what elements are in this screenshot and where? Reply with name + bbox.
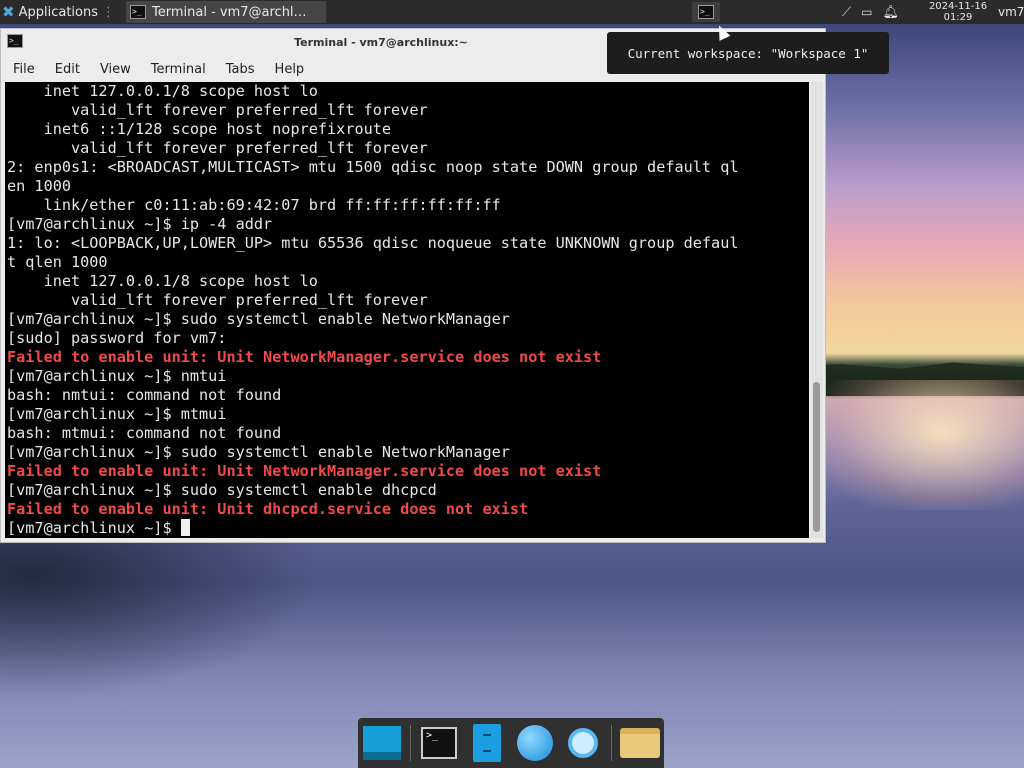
clock-time: 01:29 [943,12,973,23]
terminal-line: Failed to enable unit: Unit NetworkManag… [7,348,602,366]
terminal-output[interactable]: inet 127.0.0.1/8 scope host lo valid_lft… [5,82,809,538]
terminal-line: 1: lo: <LOOPBACK,UP,LOWER_UP> mtu 65536 … [7,234,739,252]
terminal-icon: >_ [130,5,146,19]
dock-separator [410,725,411,761]
app-finder-search-icon [568,728,598,758]
terminal-line: t qlen 1000 [7,253,108,271]
show-desktop-icon [363,726,401,760]
notification-bell-icon[interactable]: 🔔︎ [882,5,899,20]
dock-separator [611,725,612,761]
workspace-switcher-button[interactable]: >_ [692,2,720,22]
terminal-line: [vm7@archlinux ~]$ nmtui [7,367,227,385]
web-browser-globe-icon [517,725,553,761]
menu-view[interactable]: View [88,62,139,77]
taskbar-terminal-label: Terminal - vm7@archl… [152,4,307,20]
separator-icon: ⋮ [102,4,115,20]
show-desktop-button[interactable] [362,723,402,763]
terminal-icon: >_ [421,727,457,759]
system-tray: ⟋ ▭ 🔔︎ [842,0,899,24]
file-cabinet-icon [473,724,501,762]
web-browser-launcher[interactable] [515,723,555,763]
menu-help[interactable]: Help [263,62,313,77]
text-cursor [180,519,190,536]
terminal-prompt: [vm7@archlinux ~]$ [7,519,181,537]
terminal-line: [vm7@archlinux ~]$ mtmui [7,405,227,423]
terminal-line: [vm7@archlinux ~]$ sudo systemctl enable… [7,310,510,328]
battery-icon[interactable]: ▭ [861,5,872,19]
workspace-tooltip: Current workspace: "Workspace 1" [607,32,889,74]
terminal-line: 2: enp0s1: <BROADCAST,MULTICAST> mtu 150… [7,158,739,176]
clock-date: 2024-11-16 [928,1,988,12]
terminal-line: [vm7@archlinux ~]$ sudo systemctl enable… [7,481,437,499]
menu-terminal[interactable]: Terminal [139,62,214,77]
terminal-line: bash: mtmui: command not found [7,424,282,442]
workspace-terminal-icon: >_ [698,5,714,19]
user-menu[interactable]: vm7 [998,5,1024,19]
terminal-line: valid_lft forever preferred_lft forever [7,291,428,309]
terminal-line: [vm7@archlinux ~]$ sudo systemctl enable… [7,443,510,461]
menu-tabs[interactable]: Tabs [214,62,263,77]
terminal-line: inet 127.0.0.1/8 scope host lo [7,82,318,100]
terminal-line: [vm7@archlinux ~]$ ip -4 addr [7,215,273,233]
terminal-prompt-line[interactable]: [vm7@archlinux ~]$ [7,519,809,538]
terminal-line: valid_lft forever preferred_lft forever [7,101,428,119]
app-finder-launcher[interactable] [563,723,603,763]
home-folder-icon [620,728,660,758]
terminal-launcher[interactable]: >_ [419,723,459,763]
scrollbar-thumb[interactable] [813,382,820,532]
menu-file[interactable]: File [1,62,43,77]
applications-menu-button[interactable]: ✖ Applications ⋮ [2,0,115,24]
taskbar-terminal-button[interactable]: >_ Terminal - vm7@archl… [126,1,326,23]
wallpaper-sunset-glow [820,380,1024,510]
terminal-line: bash: nmtui: command not found [7,386,282,404]
xfce-logo-icon: ✖ [2,3,15,21]
terminal-line: inet 127.0.0.1/8 scope host lo [7,272,318,290]
applications-label: Applications [18,4,98,20]
terminal-line: Failed to enable unit: Unit dhcpcd.servi… [7,500,529,518]
network-disconnected-icon[interactable]: ⟋ [842,5,851,20]
menu-edit[interactable]: Edit [43,62,88,77]
terminal-line: inet6 ::1/128 scope host noprefixroute [7,120,392,138]
terminal-line: en 1000 [7,177,72,195]
terminal-scrollbar[interactable] [811,82,823,538]
terminal-line: link/ether c0:11:ab:69:42:07 brd ff:ff:f… [7,196,501,214]
home-folder-launcher[interactable] [620,723,660,763]
bottom-dock: >_ [358,718,664,768]
terminal-line: valid_lft forever preferred_lft forever [7,139,428,157]
wallpaper-reflection [0,520,320,700]
terminal-window: >_ Terminal - vm7@archlinux:~ File Edit … [0,28,826,543]
terminal-line: [sudo] password for vm7: [7,329,227,347]
file-manager-launcher[interactable] [467,723,507,763]
terminal-line: Failed to enable unit: Unit NetworkManag… [7,462,602,480]
top-panel: ✖ Applications ⋮ >_ Terminal - vm7@archl… [0,0,1024,24]
panel-clock[interactable]: 2024-11-16 01:29 [922,0,994,23]
